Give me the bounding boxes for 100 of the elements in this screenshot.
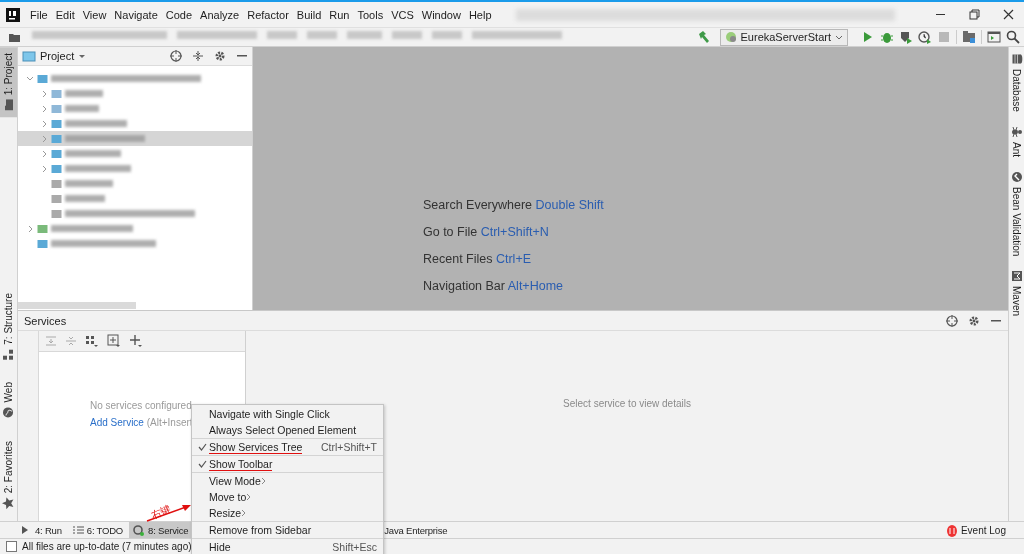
- expand-all-icon[interactable]: [45, 335, 57, 347]
- blurred-breadcrumb: [307, 31, 337, 39]
- coverage-icon[interactable]: [899, 30, 913, 44]
- module-icon: [51, 163, 62, 174]
- tool-window-tab[interactable]: 7: Structure: [0, 286, 17, 367]
- search-icon[interactable]: [1006, 30, 1020, 44]
- menu-item[interactable]: Always Select Opened Element: [192, 422, 383, 438]
- menu-item[interactable]: Hide Shift+Esc: [192, 539, 383, 554]
- menu-item[interactable]: Resize: [192, 505, 383, 521]
- project-view-icon: [22, 49, 36, 63]
- menu-item[interactable]: Move to: [192, 489, 383, 505]
- menu-item[interactable]: Remove from Sidebar: [192, 522, 383, 538]
- caret-icon[interactable]: [78, 52, 87, 60]
- menu-item[interactable]: Refactor: [243, 8, 293, 21]
- tool-window-tab[interactable]: Web: [0, 376, 17, 425]
- editor-hint: Navigation Bar Alt+Home: [423, 279, 564, 293]
- tool-window-tab[interactable]: 2: Favorites: [0, 434, 17, 515]
- editor-hint: Go to File Ctrl+Shift+N: [423, 225, 550, 239]
- empty-state-text: No services configured: [90, 400, 192, 411]
- list-icon: [71, 524, 84, 536]
- locate-icon[interactable]: [946, 314, 958, 327]
- settings-icon[interactable]: [968, 314, 980, 327]
- tool-window-tab[interactable]: Bean Validation: [1009, 168, 1024, 259]
- hammer-icon[interactable]: [696, 30, 711, 44]
- blurred-label: [65, 150, 121, 157]
- event-log-tab[interactable]: Event Log: [945, 523, 1006, 537]
- tool-window-tab[interactable]: Ant: [1009, 123, 1024, 159]
- blurred-label: [65, 90, 103, 97]
- bug-icon: [1010, 125, 1023, 138]
- menu-item[interactable]: Edit: [51, 8, 79, 21]
- add-service-link[interactable]: Add Service: [90, 417, 144, 428]
- star-icon: [2, 497, 15, 509]
- maven-icon: [1010, 270, 1023, 283]
- blurred-breadcrumb: [347, 31, 382, 39]
- stop-icon[interactable]: [937, 30, 951, 44]
- blurred-label: [65, 195, 105, 202]
- blurred-label: [65, 180, 113, 187]
- menu-item[interactable]: Run: [325, 8, 354, 21]
- file-icon: [51, 178, 62, 189]
- add-frame-icon[interactable]: [107, 334, 121, 348]
- status-text: All files are up-to-date (7 minutes ago): [22, 540, 192, 552]
- annotation-arrow: [144, 502, 194, 524]
- restore-icon[interactable]: [969, 9, 980, 20]
- debug-icon[interactable]: [880, 30, 894, 44]
- menu-item[interactable]: Show Toolbar: [192, 456, 383, 472]
- close-icon[interactable]: [1003, 9, 1014, 20]
- editor-hint: Search Everywhere Double Shift: [423, 198, 605, 212]
- spring-boot-icon: [724, 31, 737, 43]
- menu-item[interactable]: View: [78, 8, 111, 21]
- module-icon: [51, 133, 62, 144]
- blurred-breadcrumb: [392, 31, 422, 39]
- menu-item[interactable]: Window: [417, 8, 465, 21]
- tool-window-tab[interactable]: 6: TODO: [67, 522, 128, 538]
- tool-window-tab[interactable]: Java Enterprise: [380, 522, 452, 538]
- tool-window-tab[interactable]: 4: Run: [16, 522, 66, 538]
- details-placeholder-text: Select service to view details: [563, 398, 691, 409]
- database-icon: [1010, 53, 1023, 65]
- settings-icon[interactable]: [214, 50, 226, 62]
- group-by-icon[interactable]: [85, 334, 99, 348]
- file-icon: [51, 193, 62, 204]
- shortcut-hint: (Alt+Insert: [146, 417, 193, 428]
- menu-item[interactable]: Show Services Tree Ctrl+Shift+T: [192, 439, 383, 455]
- menu-item[interactable]: Help: [464, 8, 496, 21]
- project-structure-icon[interactable]: [962, 30, 976, 44]
- services-icon: [133, 524, 146, 536]
- blurred-breadcrumb: [432, 31, 462, 39]
- scrollbar-thumb[interactable]: [18, 302, 136, 309]
- tool-window-tab[interactable]: 8: Service: [129, 522, 193, 538]
- check-circle-icon: [1010, 170, 1023, 183]
- panel-title-dropdown[interactable]: Project: [40, 50, 75, 62]
- tool-window-tab[interactable]: Database: [1009, 51, 1024, 114]
- globe-icon: [2, 406, 15, 419]
- menu-item[interactable]: Tools: [353, 8, 388, 21]
- caret-icon: [835, 33, 843, 41]
- tool-window-tab[interactable]: 1: Project: [0, 47, 17, 118]
- run-configuration-dropdown[interactable]: EurekaServerStart: [719, 28, 848, 46]
- tree-row[interactable]: [18, 131, 252, 146]
- panel-title: Services: [24, 314, 67, 327]
- collapse-all-icon[interactable]: [192, 50, 204, 62]
- blurred-breadcrumb: [267, 31, 297, 39]
- locate-icon[interactable]: [170, 50, 182, 62]
- module-icon: [51, 148, 62, 159]
- folder-icon: [2, 99, 15, 112]
- menu-item[interactable]: Code: [161, 8, 197, 21]
- menu-item[interactable]: File: [26, 8, 52, 21]
- add-icon[interactable]: [129, 334, 143, 348]
- menu-item[interactable]: Analyze: [196, 8, 244, 21]
- folder-icon: [51, 103, 62, 114]
- tool-window-tab[interactable]: Maven: [1009, 268, 1024, 319]
- editor-hint: Recent Files Ctrl+E: [423, 252, 533, 266]
- menu-item[interactable]: VCS: [387, 8, 418, 21]
- checkbox-icon[interactable]: [6, 540, 17, 552]
- profile-icon[interactable]: [918, 30, 932, 44]
- menu-item[interactable]: Build: [292, 8, 326, 21]
- menu-item[interactable]: Navigate: [110, 8, 162, 21]
- menu-item[interactable]: View Mode: [192, 473, 383, 489]
- menu-item[interactable]: Navigate with Single Click: [192, 406, 383, 422]
- module-icon: [51, 118, 62, 129]
- blurred-label: [65, 165, 131, 172]
- terminal-icon[interactable]: [987, 30, 1001, 44]
